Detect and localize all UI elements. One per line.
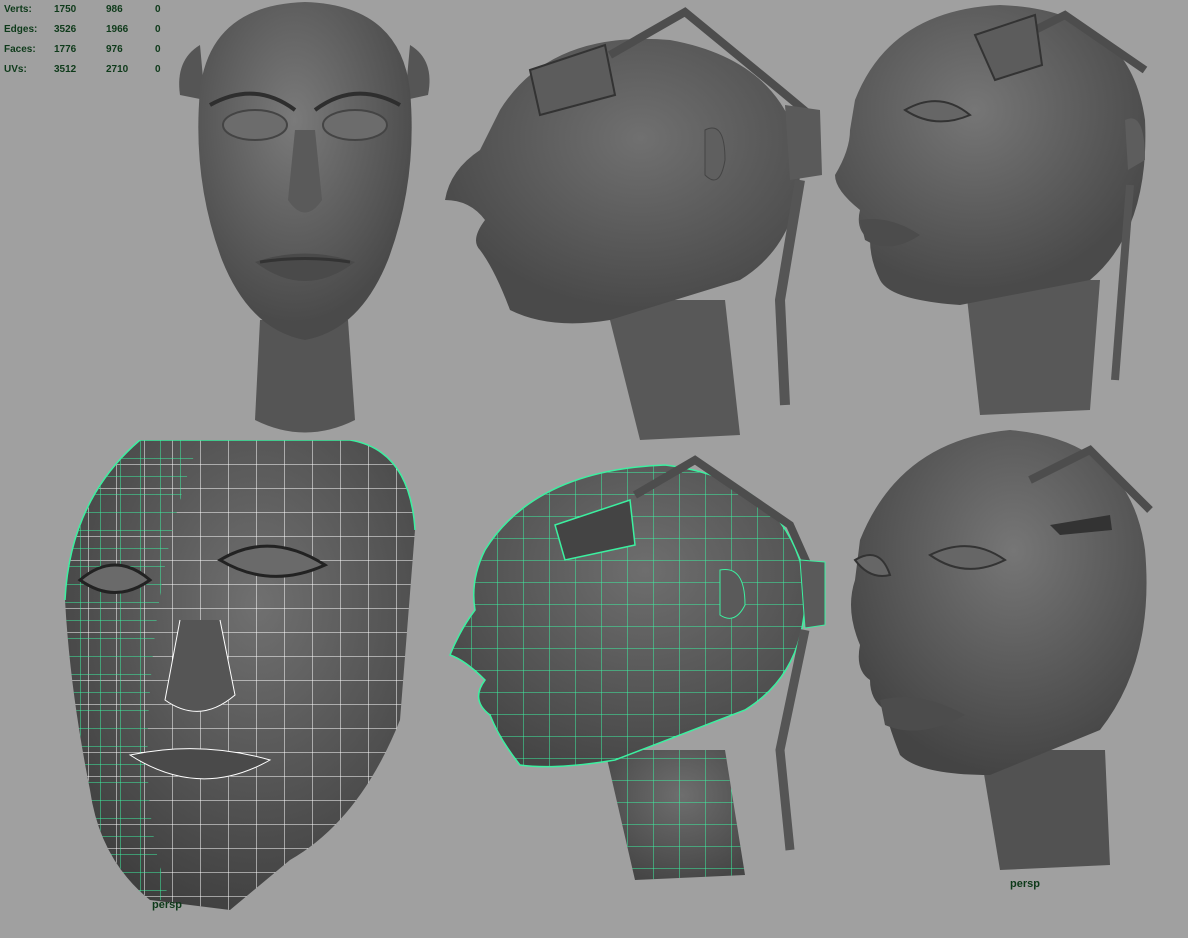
hud-value: 976 — [106, 44, 123, 55]
head-wireframe-side[interactable] — [445, 450, 835, 890]
maya-viewport[interactable]: Verts: 1750 986 0 Edges: 3526 1966 0 Fac… — [0, 0, 1188, 938]
hud-value: 1966 — [106, 24, 129, 35]
hud-value: 0 — [155, 4, 161, 15]
hud-value: 1776 — [54, 44, 77, 55]
camera-label-right: persp — [1010, 878, 1040, 890]
hud-row-verts: Verts: 1750 986 0 — [4, 0, 174, 20]
head-front-view[interactable] — [170, 0, 440, 440]
hud-row-faces: Faces: 1776 976 0 — [4, 40, 174, 60]
poly-count-hud: Verts: 1750 986 0 Edges: 3526 1966 0 Fac… — [4, 0, 174, 80]
hud-value: 3526 — [54, 24, 77, 35]
hud-label: Faces: — [4, 44, 36, 55]
hud-value: 2710 — [106, 64, 129, 75]
hud-label: UVs: — [4, 64, 27, 75]
hud-row-uvs: UVs: 3512 2710 0 — [4, 60, 174, 80]
hud-value: 3512 — [54, 64, 77, 75]
hud-value: 0 — [155, 44, 161, 55]
hud-value: 1750 — [54, 4, 77, 15]
hud-label: Verts: — [4, 4, 32, 15]
hud-label: Edges: — [4, 24, 38, 35]
hud-value: 0 — [155, 64, 161, 75]
hud-value: 0 — [155, 24, 161, 35]
camera-label-left: persp — [152, 899, 182, 911]
head-side-view[interactable] — [440, 0, 830, 440]
head-shaded-perspective[interactable] — [840, 430, 1160, 880]
hud-value: 986 — [106, 4, 123, 15]
hud-row-edges: Edges: 3526 1966 0 — [4, 20, 174, 40]
head-wireframe-front[interactable] — [60, 440, 430, 915]
head-three-quarter-view[interactable] — [830, 0, 1160, 420]
